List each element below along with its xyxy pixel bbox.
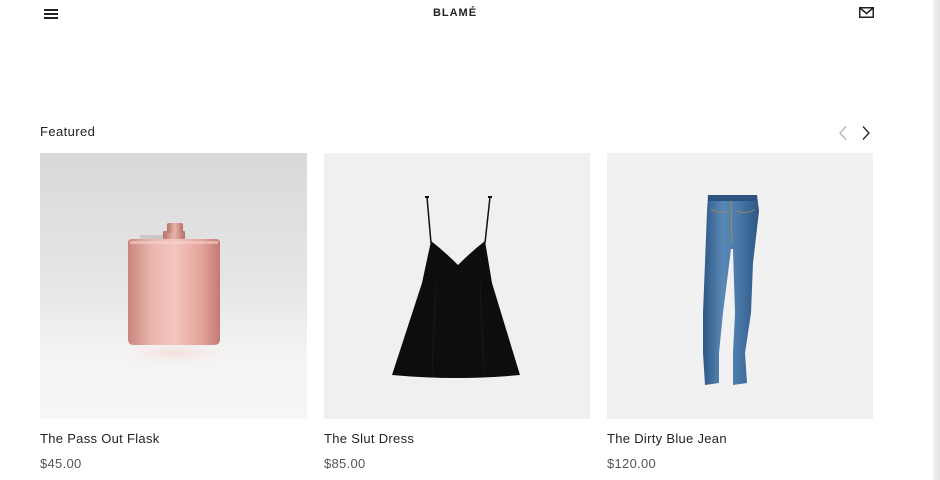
product-card[interactable]: The Dirty Blue Jean $120.00	[607, 153, 873, 471]
jeans-image	[703, 195, 759, 385]
product-image[interactable]	[324, 153, 590, 419]
chevron-right-icon[interactable]	[860, 125, 872, 141]
chevron-left-icon[interactable]	[837, 125, 849, 141]
product-card[interactable]: The Slut Dress $85.00	[324, 153, 590, 471]
brand-logo[interactable]: BLAMÉ	[0, 7, 910, 19]
product-price: $120.00	[607, 456, 657, 471]
product-card[interactable]: The Pass Out Flask $45.00	[40, 153, 307, 471]
page: BLAMÉ Featured The Pass Out Flask $45.00…	[0, 0, 940, 480]
product-name[interactable]: The Slut Dress	[324, 431, 414, 446]
product-name[interactable]: The Dirty Blue Jean	[607, 431, 727, 446]
product-price: $85.00	[324, 456, 366, 471]
flask-image	[104, 223, 244, 367]
product-name[interactable]: The Pass Out Flask	[40, 431, 160, 446]
section-title: Featured	[40, 124, 96, 139]
envelope-icon[interactable]	[859, 7, 874, 18]
product-image[interactable]	[40, 153, 307, 419]
product-price: $45.00	[40, 456, 82, 471]
scrollbar-track[interactable]	[933, 0, 940, 480]
dress-image	[392, 196, 520, 378]
product-image[interactable]	[607, 153, 873, 419]
